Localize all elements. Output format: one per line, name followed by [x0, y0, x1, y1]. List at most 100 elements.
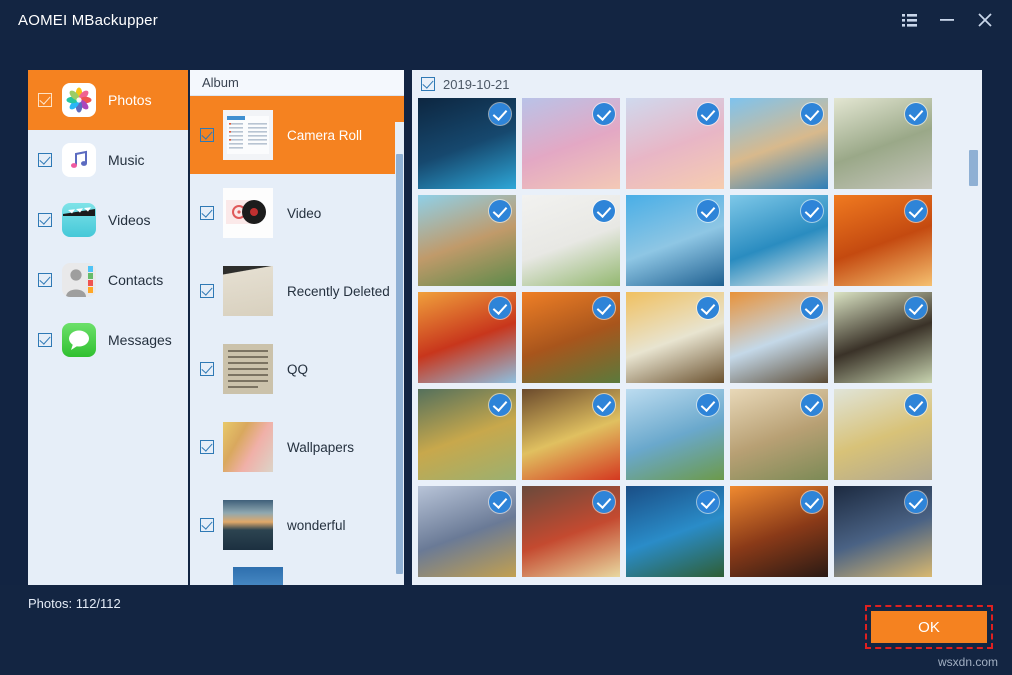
album-checkbox[interactable] [200, 362, 214, 376]
watermark: wsxdn.com [938, 655, 998, 669]
photo-thumbnail[interactable] [730, 486, 828, 577]
photo-selected-check-icon[interactable] [905, 491, 927, 513]
photo-selected-check-icon[interactable] [593, 103, 615, 125]
album-scrollbar-track[interactable] [395, 122, 404, 585]
photo-selected-check-icon[interactable] [489, 297, 511, 319]
messages-checkbox[interactable] [38, 333, 52, 347]
date-group-checkbox[interactable] [421, 77, 435, 91]
photo-selected-check-icon[interactable] [801, 297, 823, 319]
album-thumbnail [223, 500, 273, 550]
ok-button[interactable]: OK [871, 611, 987, 643]
album-checkbox[interactable] [200, 128, 214, 142]
album-list: Camera Roll Video Rece [190, 96, 404, 585]
photo-selected-check-icon[interactable] [905, 103, 927, 125]
photo-thumbnail[interactable] [834, 389, 932, 480]
menu-icon[interactable] [890, 0, 928, 40]
photo-thumbnail[interactable] [418, 98, 516, 189]
album-checkbox[interactable] [200, 440, 214, 454]
photo-thumbnail[interactable] [626, 98, 724, 189]
videos-checkbox[interactable] [38, 213, 52, 227]
photo-thumbnail[interactable] [418, 195, 516, 286]
photo-selected-check-icon[interactable] [801, 491, 823, 513]
photo-selected-check-icon[interactable] [905, 200, 927, 222]
photo-selected-check-icon[interactable] [593, 394, 615, 416]
photo-scrollbar-thumb[interactable] [969, 150, 978, 186]
photo-thumbnail[interactable] [730, 98, 828, 189]
album-item-wallpapers[interactable]: Wallpapers [190, 408, 404, 486]
photo-selected-check-icon[interactable] [593, 200, 615, 222]
photo-selected-check-icon[interactable] [905, 394, 927, 416]
photo-thumbnail[interactable] [522, 195, 620, 286]
photo-selected-check-icon[interactable] [697, 297, 719, 319]
photo-thumbnail[interactable] [730, 292, 828, 383]
album-panel: Album [190, 70, 404, 585]
photo-selected-check-icon[interactable] [489, 491, 511, 513]
photo-thumbnail[interactable] [834, 486, 932, 577]
album-thumbnail [223, 188, 273, 238]
photo-thumbnail[interactable] [834, 292, 932, 383]
album-item-label: Recently Deleted [287, 284, 390, 299]
photo-thumbnail[interactable] [626, 292, 724, 383]
photo-thumbnail[interactable] [522, 98, 620, 189]
album-item-camera-roll[interactable]: Camera Roll [190, 96, 404, 174]
sidebar-item-music[interactable]: Music [28, 130, 188, 190]
sidebar-item-photos[interactable]: Photos [28, 70, 188, 130]
album-item-wonderful[interactable]: wonderful [190, 486, 404, 564]
photo-selected-check-icon[interactable] [801, 394, 823, 416]
photo-thumbnail[interactable] [834, 195, 932, 286]
sidebar-item-label: Messages [108, 332, 172, 348]
title-bar: AOMEI MBackupper [0, 0, 1012, 40]
photo-selected-check-icon[interactable] [593, 491, 615, 513]
date-group-label: 2019-10-21 [443, 77, 510, 92]
photo-selected-check-icon[interactable] [489, 394, 511, 416]
workspace: Photos Music [0, 40, 1012, 585]
photo-thumbnail[interactable] [522, 486, 620, 577]
contacts-checkbox[interactable] [38, 273, 52, 287]
minimize-icon[interactable] [928, 0, 966, 40]
album-scrollbar-thumb[interactable] [396, 154, 403, 574]
photo-thumbnail[interactable] [730, 389, 828, 480]
photo-selected-check-icon[interactable] [905, 297, 927, 319]
photo-selected-check-icon[interactable] [697, 491, 719, 513]
album-item-qq[interactable]: QQ [190, 330, 404, 408]
photo-thumbnail[interactable] [626, 389, 724, 480]
sidebar-item-contacts[interactable]: Contacts [28, 250, 188, 310]
photo-selected-check-icon[interactable] [697, 394, 719, 416]
close-icon[interactable] [966, 0, 1004, 40]
album-item-recently-deleted[interactable]: Recently Deleted [190, 252, 404, 330]
photo-thumbnail[interactable] [418, 486, 516, 577]
album-item-label: Camera Roll [287, 128, 362, 143]
album-thumbnail [223, 266, 273, 316]
photos-checkbox[interactable] [38, 93, 52, 107]
photo-thumbnail[interactable] [730, 195, 828, 286]
album-item-label: Video [287, 206, 321, 221]
album-item-video[interactable]: Video [190, 174, 404, 252]
photo-selected-check-icon[interactable] [697, 103, 719, 125]
photo-thumbnail[interactable] [418, 292, 516, 383]
album-thumbnail [223, 422, 273, 472]
photo-selected-check-icon[interactable] [801, 103, 823, 125]
music-checkbox[interactable] [38, 153, 52, 167]
photos-icon [62, 83, 96, 117]
photo-selected-check-icon[interactable] [489, 103, 511, 125]
photo-selected-check-icon[interactable] [801, 200, 823, 222]
photo-thumbnail[interactable] [522, 389, 620, 480]
album-item-label: wonderful [287, 518, 346, 533]
album-checkbox[interactable] [200, 284, 214, 298]
photo-thumbnail[interactable] [626, 486, 724, 577]
album-item-label: QQ [287, 362, 308, 377]
photo-thumbnail[interactable] [418, 389, 516, 480]
sidebar-item-messages[interactable]: Messages [28, 310, 188, 370]
photo-selected-check-icon[interactable] [697, 200, 719, 222]
photo-selected-check-icon[interactable] [489, 200, 511, 222]
sidebar-item-videos[interactable]: Videos [28, 190, 188, 250]
sidebar-item-label: Videos [108, 212, 151, 228]
photo-thumbnail[interactable] [522, 292, 620, 383]
album-checkbox[interactable] [200, 518, 214, 532]
photo-thumbnail[interactable] [834, 98, 932, 189]
photo-selected-check-icon[interactable] [593, 297, 615, 319]
album-checkbox[interactable] [200, 206, 214, 220]
photo-thumbnail[interactable] [626, 195, 724, 286]
app-title: AOMEI MBackupper [18, 12, 158, 29]
album-item-partial[interactable] [190, 564, 404, 585]
